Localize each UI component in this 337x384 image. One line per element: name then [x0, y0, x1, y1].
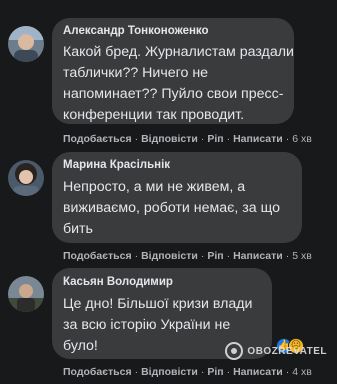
- comment-timestamp[interactable]: 5 хв: [292, 250, 312, 262]
- message-action[interactable]: Написати: [233, 366, 283, 378]
- comment-actions: Подобається · Відповісти · Рiп · Написат…: [63, 133, 312, 145]
- reply-action[interactable]: Відповісти: [141, 250, 198, 262]
- comment-timestamp[interactable]: 4 хв: [292, 366, 312, 378]
- comment-text-line: конференции так проводит.: [63, 107, 245, 123]
- avatar[interactable]: [8, 276, 44, 312]
- comment-text-line: напоминает?? Пуйло свои пресс-: [63, 86, 284, 102]
- message-action[interactable]: Написати: [233, 250, 283, 262]
- comment-author[interactable]: Касьян Володимир: [63, 276, 173, 288]
- comment-timestamp[interactable]: 6 хв: [292, 133, 312, 145]
- separator-dot: ·: [226, 133, 231, 145]
- watermark-logo-icon: [225, 342, 244, 360]
- comment-text-line: Какой бред. Журналистам раздали: [63, 44, 294, 60]
- separator-dot: ·: [226, 250, 231, 262]
- comment-author[interactable]: Марина Красільнік: [63, 159, 170, 171]
- comment-text: Какой бред. Журналистам раздали таблички…: [63, 42, 294, 126]
- comment-text: Непросто, а ми не живем, а виживаємо, ро…: [63, 177, 280, 240]
- comment-author[interactable]: Александр Тонконоженко: [63, 25, 209, 37]
- share-action[interactable]: Рiп: [207, 366, 223, 378]
- separator-dot: ·: [134, 366, 139, 378]
- separator-dot: ·: [200, 366, 205, 378]
- separator-dot: ·: [285, 366, 290, 378]
- separator-dot: ·: [134, 250, 139, 262]
- separator-dot: ·: [200, 133, 205, 145]
- share-action[interactable]: Рiп: [207, 250, 223, 262]
- like-action[interactable]: Подобається: [63, 250, 132, 262]
- separator-dot: ·: [285, 133, 290, 145]
- comment-text-line: таблички?? Ничего не: [63, 65, 209, 81]
- comment-text-line: було!: [63, 338, 98, 354]
- comment-text-line: Це дно! Більшої кризи влади: [63, 296, 253, 312]
- avatar[interactable]: [8, 26, 44, 62]
- separator-dot: ·: [200, 250, 205, 262]
- reply-action[interactable]: Відповісти: [141, 366, 198, 378]
- comments-page: Александр Тонконоженко Какой бред. Журна…: [0, 0, 337, 384]
- reply-action[interactable]: Відповісти: [141, 133, 198, 145]
- comment-actions: Подобається · Відповісти · Рiп · Написат…: [63, 366, 312, 378]
- separator-dot: ·: [134, 133, 139, 145]
- watermark: OBOZREVATEL: [225, 342, 327, 360]
- watermark-text: OBOZREVATEL: [247, 345, 327, 357]
- comment-actions: Подобається · Відповісти · Рiп · Написат…: [63, 250, 312, 262]
- avatar[interactable]: [8, 160, 44, 196]
- comment-text-line: бить: [63, 221, 93, 237]
- separator-dot: ·: [285, 250, 290, 262]
- comment-text-line: Непросто, а ми не живем, а: [63, 179, 246, 195]
- like-action[interactable]: Подобається: [63, 366, 132, 378]
- message-action[interactable]: Написати: [233, 133, 283, 145]
- comment-text-line: виживаємо, роботи немає, за що: [63, 200, 280, 216]
- share-action[interactable]: Рiп: [207, 133, 223, 145]
- comment-text-line: за всю історію України не: [63, 317, 231, 333]
- like-action[interactable]: Подобається: [63, 133, 132, 145]
- comment-text: Це дно! Більшої кризи влади за всю істор…: [63, 294, 252, 357]
- separator-dot: ·: [226, 366, 231, 378]
